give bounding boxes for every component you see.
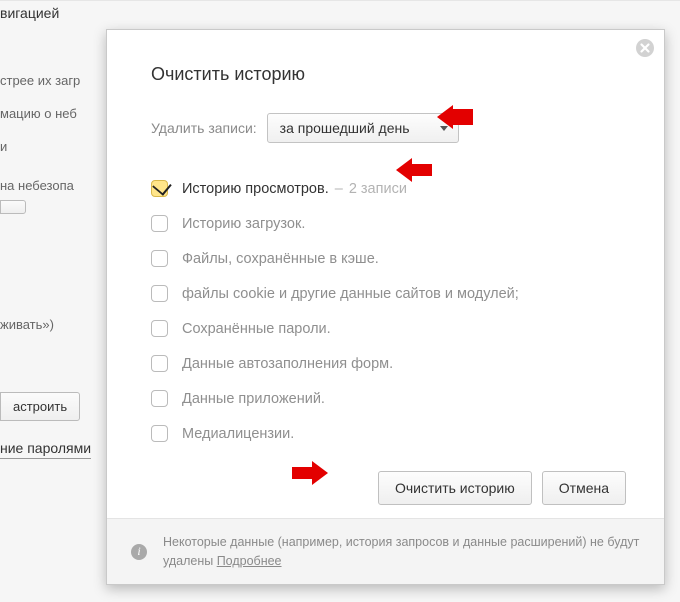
option-label[interactable]: Историю просмотров. — [182, 181, 329, 197]
checkbox-media-licenses[interactable] — [151, 425, 168, 442]
dialog-footer: i Некоторые данные (например, история за… — [107, 518, 664, 584]
checkbox-saved-passwords[interactable] — [151, 320, 168, 337]
option-label[interactable]: Данные приложений. — [182, 391, 325, 407]
period-value: за прошедший день — [280, 120, 410, 136]
info-icon: i — [131, 544, 147, 560]
option-label[interactable]: Медиалицензии. — [182, 426, 294, 442]
option-label[interactable]: файлы cookie и другие данные сайтов и мо… — [182, 286, 519, 302]
close-button[interactable] — [636, 39, 654, 57]
checkbox-browsing-history[interactable] — [151, 180, 168, 197]
dialog-title: Очистить историю — [151, 64, 626, 85]
bg-tab: вигацией — [0, 5, 59, 21]
bg-configure-button[interactable]: астроить — [0, 392, 80, 421]
checkbox-autofill-data[interactable] — [151, 355, 168, 372]
bg-text-5: живать») — [0, 317, 54, 332]
option-media-licenses: Медиалицензии. — [151, 416, 626, 451]
option-browsing-history: Историю просмотров. – 2 записи — [151, 171, 626, 206]
bg-text-3: и — [0, 139, 7, 154]
option-label[interactable]: Историю загрузок. — [182, 216, 305, 232]
bg-text-2: мацию о неб — [0, 106, 77, 121]
bg-text-1: стрее их загр — [0, 73, 80, 88]
clear-history-button[interactable]: Очистить историю — [378, 471, 532, 505]
option-count: 2 записи — [349, 181, 407, 197]
checkbox-cached-files[interactable] — [151, 250, 168, 267]
options-list: Историю просмотров. – 2 записи Историю з… — [151, 171, 626, 451]
close-icon — [636, 39, 654, 57]
option-cookies: файлы cookie и другие данные сайтов и мо… — [151, 276, 626, 311]
option-app-data: Данные приложений. — [151, 381, 626, 416]
cancel-button[interactable]: Отмена — [542, 471, 626, 505]
option-download-history: Историю загрузок. — [151, 206, 626, 241]
option-label[interactable]: Файлы, сохранённые в кэше. — [182, 251, 379, 267]
dialog-buttons: Очистить историю Отмена — [107, 457, 664, 505]
bg-button-partial[interactable] — [0, 200, 26, 214]
chevron-down-icon — [440, 126, 448, 131]
option-label[interactable]: Данные автозаполнения форм. — [182, 356, 393, 372]
period-row: Удалить записи: за прошедший день — [151, 113, 626, 143]
checkbox-cookies[interactable] — [151, 285, 168, 302]
learn-more-link[interactable]: Подробнее — [217, 554, 282, 568]
bg-link-passwords[interactable]: ние паролями — [0, 440, 91, 459]
option-cached-files: Файлы, сохранённые в кэше. — [151, 241, 626, 276]
period-select[interactable]: за прошедший день — [267, 113, 459, 143]
checkbox-download-history[interactable] — [151, 215, 168, 232]
checkbox-app-data[interactable] — [151, 390, 168, 407]
bg-text-4: на небезопа — [0, 178, 74, 193]
clear-history-dialog: Очистить историю Удалить записи: за прош… — [106, 29, 665, 585]
option-saved-passwords: Сохранённые пароли. — [151, 311, 626, 346]
footer-text: Некоторые данные (например, история запр… — [163, 533, 646, 569]
option-label[interactable]: Сохранённые пароли. — [182, 321, 331, 337]
option-autofill-data: Данные автозаполнения форм. — [151, 346, 626, 381]
period-label: Удалить записи: — [151, 120, 257, 136]
